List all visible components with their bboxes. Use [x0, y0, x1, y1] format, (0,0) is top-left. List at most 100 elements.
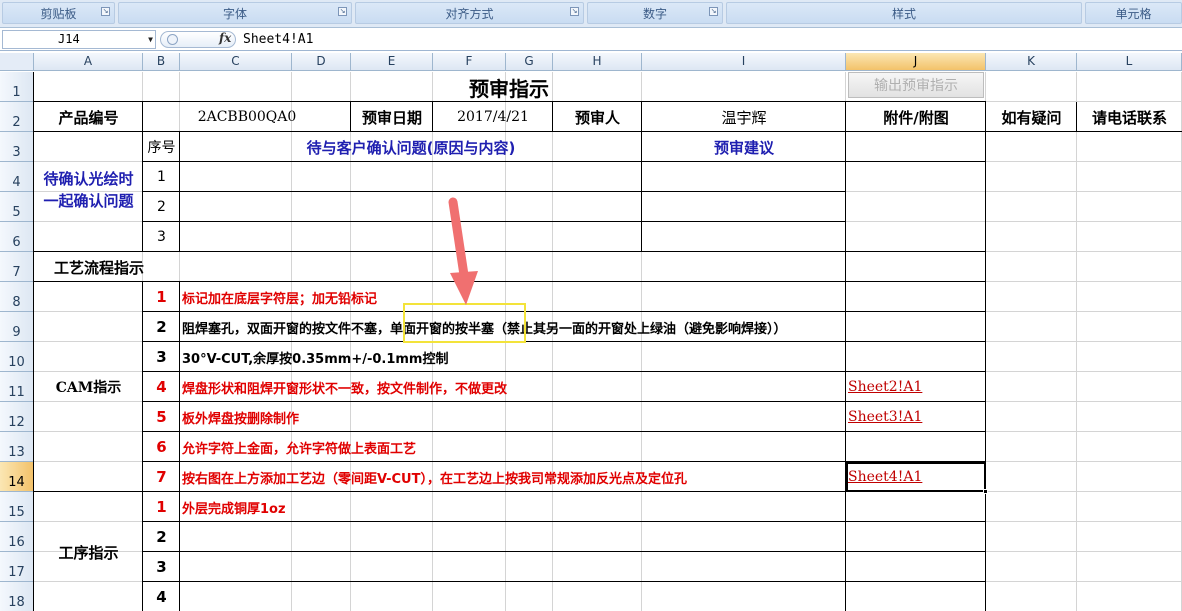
procedure-item-no: 3: [156, 558, 167, 576]
procedure-item-no: 4: [156, 588, 167, 606]
annotation-arrow-icon: [448, 197, 478, 305]
procedure-label: 工序指示: [58, 543, 119, 562]
confirm-row-no: 1: [157, 169, 166, 185]
border-h: [180, 191, 846, 192]
formula-input[interactable]: Sheet4!A1: [243, 32, 313, 47]
dialog-launcher-icon[interactable]: ↘: [338, 7, 347, 16]
attachment-label: 附件/附图: [883, 108, 949, 127]
dialog-launcher-icon[interactable]: ↘: [709, 7, 718, 16]
question-label: 如有疑问: [1001, 108, 1062, 127]
ribbon-group-alignment[interactable]: 对齐方式 ↘: [355, 2, 584, 24]
procedure-item-no: 2: [156, 528, 167, 546]
ribbon-group-cells[interactable]: 单元格: [1085, 2, 1182, 24]
ribbon-group-label: 单元格: [1115, 6, 1152, 21]
select-all-corner[interactable]: [0, 53, 34, 71]
row-header-17[interactable]: 17: [0, 552, 34, 582]
formula-bar-resize-handle[interactable]: fx: [160, 31, 236, 48]
row-header-11[interactable]: 11: [0, 372, 34, 402]
cam-item-text: 按右图在上方添加工艺边（零间距V-CUT），在工艺边上按我司常规添加反光点及定位…: [182, 471, 687, 487]
attachment-link[interactable]: Sheet2!A1: [848, 372, 984, 402]
formula-bar: J14 ▼ fx Sheet4!A1: [0, 29, 1182, 51]
cam-item-no: 1: [156, 288, 167, 306]
border-v: [985, 102, 986, 611]
reviewer-value: 温宇辉: [721, 108, 767, 127]
export-review-button[interactable]: 输出预审指示: [848, 72, 984, 98]
cam-item-no: 7: [156, 468, 167, 486]
row-header-2[interactable]: 2: [0, 102, 34, 132]
cam-item-no: 3: [156, 348, 167, 366]
border-h: [143, 551, 986, 552]
row-header-18[interactable]: 18: [0, 582, 34, 611]
column-header-h[interactable]: H: [553, 53, 642, 71]
row-header-14[interactable]: 14: [0, 462, 34, 492]
phone-label: 请电话联系: [1091, 108, 1167, 127]
ribbon-group-bar: 剪贴板 ↘ 字体 ↘ 对齐方式 ↘ 数字 ↘ 样式 单元格: [0, 0, 1182, 28]
cam-item-text: 板外焊盘按删除制作: [182, 411, 300, 427]
product-no-value: 2ACBB00QA0: [197, 109, 297, 125]
seq-label: 序号: [147, 140, 176, 156]
row-header-13[interactable]: 13: [0, 432, 34, 462]
ribbon-group-font[interactable]: 字体 ↘: [118, 2, 352, 24]
review-date-label: 预审日期: [361, 108, 422, 127]
column-header-i[interactable]: I: [642, 53, 846, 71]
suggestion-header: 预审建议: [713, 138, 774, 157]
column-header-c[interactable]: C: [180, 53, 292, 71]
ribbon-group-styles[interactable]: 样式: [726, 2, 1082, 24]
confirm-row-no: 3: [157, 229, 166, 245]
row-header-4[interactable]: 4: [0, 162, 34, 192]
formula-bar-knob-icon[interactable]: [167, 34, 178, 45]
row-header-16[interactable]: 16: [0, 522, 34, 552]
name-box[interactable]: J14 ▼: [2, 30, 156, 49]
ribbon-group-label: 剪贴板: [40, 6, 77, 21]
row-header-5[interactable]: 5: [0, 192, 34, 222]
cam-item-no: 2: [156, 318, 167, 336]
reviewer-label: 预审人: [574, 108, 620, 127]
chevron-down-icon[interactable]: ▼: [148, 31, 153, 48]
column-header-e[interactable]: E: [351, 53, 433, 71]
border-h: [180, 221, 846, 222]
column-header-g[interactable]: G: [506, 53, 553, 71]
border-h: [143, 581, 986, 582]
cam-item-text: 允许字符上金面，允许字符做上表面工艺: [182, 441, 417, 457]
row-header-3[interactable]: 3: [0, 132, 34, 162]
row-header-15[interactable]: 15: [0, 492, 34, 522]
column-header-j[interactable]: J: [846, 53, 986, 71]
ribbon-group-number[interactable]: 数字 ↘: [587, 2, 723, 24]
sheet-title: 预审指示: [469, 76, 549, 101]
row-header-1[interactable]: 1: [0, 72, 34, 102]
cam-label: CAM指示: [55, 380, 122, 396]
row-header-6[interactable]: 6: [0, 222, 34, 252]
row-header-10[interactable]: 10: [0, 342, 34, 372]
row-header-12[interactable]: 12: [0, 402, 34, 432]
confirm-label-line1: 待确认光绘时: [43, 169, 134, 188]
column-header-b[interactable]: B: [143, 53, 180, 71]
column-header-a[interactable]: A: [34, 53, 143, 71]
cam-item-no: 5: [156, 408, 167, 426]
row-header-7[interactable]: 7: [0, 252, 34, 282]
ribbon-group-label: 对齐方式: [445, 6, 494, 21]
ribbon-group-label: 字体: [222, 6, 247, 21]
ribbon-group-clipboard[interactable]: 剪贴板 ↘: [2, 2, 115, 24]
insert-function-icon[interactable]: fx: [219, 31, 231, 45]
column-header-f[interactable]: F: [433, 53, 506, 71]
attachment-link[interactable]: Sheet3!A1: [848, 402, 984, 432]
column-header-l[interactable]: L: [1077, 53, 1182, 71]
process-flow-label: 工艺流程指示: [54, 258, 145, 277]
product-no-label: 产品编号: [58, 108, 119, 127]
confirm-label-line2: 一起确认问题: [43, 191, 134, 210]
pending-issues-header: 待与客户确认问题(原因与内容): [306, 138, 516, 157]
ribbon-group-label: 样式: [891, 6, 916, 21]
fill-handle[interactable]: [983, 489, 988, 494]
cam-item-no: 6: [156, 438, 167, 456]
confirm-row-no: 2: [157, 199, 166, 215]
column-header-k[interactable]: K: [986, 53, 1077, 71]
dialog-launcher-icon[interactable]: ↘: [570, 7, 579, 16]
cam-item-no: 4: [156, 378, 167, 396]
active-cell-cursor[interactable]: [846, 462, 986, 492]
dialog-launcher-icon[interactable]: ↘: [101, 7, 110, 16]
row-header-8[interactable]: 8: [0, 282, 34, 312]
column-header-d[interactable]: D: [292, 53, 351, 71]
row-header-9[interactable]: 9: [0, 312, 34, 342]
procedure-item-text: 外层完成铜厚1oz: [182, 501, 286, 517]
procedure-item-no: 1: [156, 498, 167, 516]
